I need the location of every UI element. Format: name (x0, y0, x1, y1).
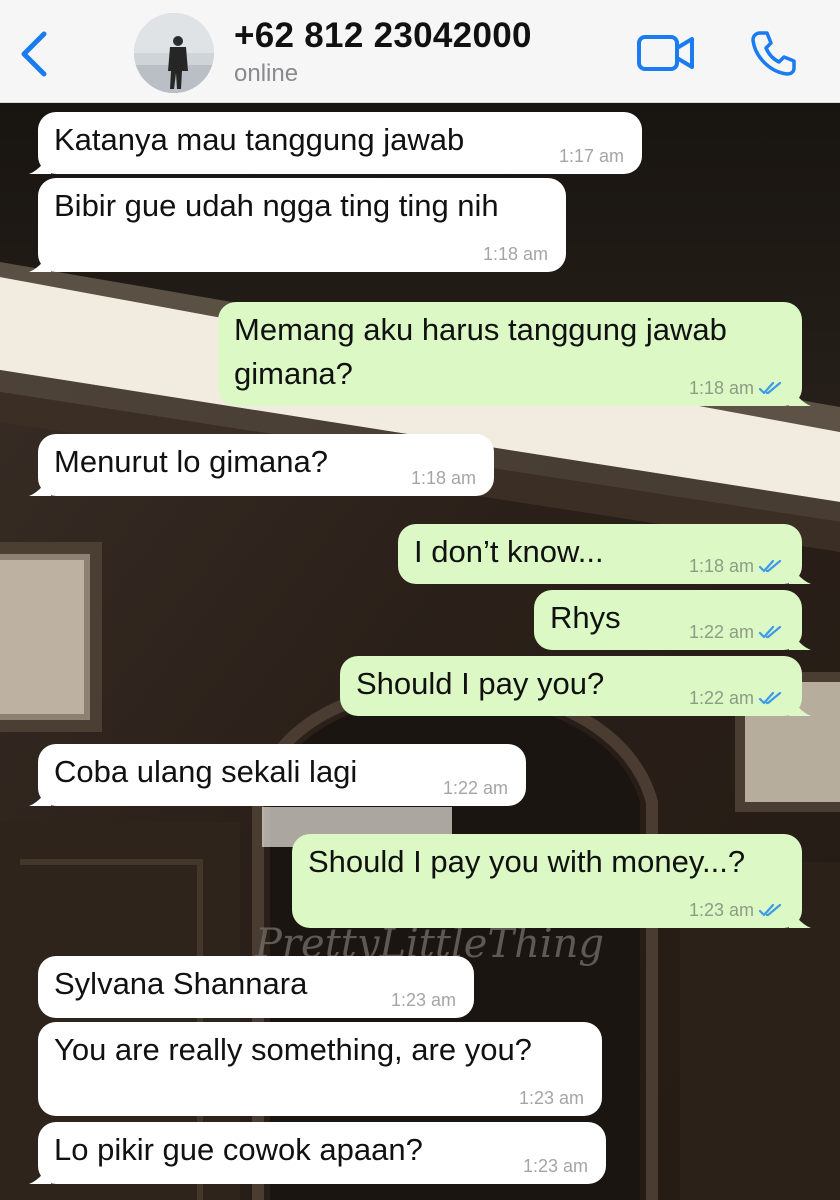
chevron-left-icon (21, 31, 47, 77)
bubble-tail (29, 784, 51, 806)
read-receipt-icon (758, 691, 782, 705)
bubble-tail (789, 906, 811, 928)
message-time: 1:18 am (410, 468, 476, 488)
message-text: You are really something, are you? (54, 1032, 532, 1067)
message-time: 1:22 am (688, 622, 754, 642)
message-time: 1:18 am (688, 378, 754, 398)
voice-call-button[interactable] (748, 28, 798, 78)
message-bubble-outgoing[interactable]: Should I pay you? 1:22 am (340, 656, 811, 716)
message-time: 1:22 am (688, 688, 754, 708)
message-bubble-incoming[interactable]: You are really something, are you? 1:23 … (38, 1022, 602, 1116)
chat-header: +62 812 23042000 online (0, 0, 840, 103)
message-time: 1:23 am (518, 1088, 584, 1108)
bubble-tail (789, 562, 811, 584)
message-bubble-incoming[interactable]: Katanya mau tanggung jawab 1:17 am (29, 112, 642, 174)
contact-name[interactable]: +62 812 23042000 (234, 16, 532, 56)
bubble-tail (29, 152, 51, 174)
message-time: 1:22 am (442, 778, 508, 798)
contact-status: online (234, 60, 299, 87)
video-camera-icon (637, 35, 694, 71)
message-text: Lo pikir gue cowok apaan? (54, 1132, 423, 1167)
message-bubble-outgoing[interactable]: Should I pay you with money...? 1:23 am (292, 834, 811, 928)
bubble-tail (789, 384, 811, 406)
read-receipt-icon (758, 381, 782, 395)
message-bubble-incoming[interactable]: Menurut lo gimana? 1:18 am (29, 434, 494, 496)
message-text: Katanya mau tanggung jawab (54, 122, 465, 157)
bubble-tail (29, 250, 51, 272)
phone-icon (751, 31, 796, 76)
read-receipt-icon (758, 559, 782, 573)
message-bubble-incoming[interactable]: Bibir gue udah ngga ting ting nih 1:18 a… (29, 178, 566, 272)
message-time: 1:23 am (522, 1156, 588, 1176)
message-text: Bibir gue udah ngga ting ting nih (54, 188, 499, 223)
avatar-photo (134, 13, 214, 93)
message-time: 1:23 am (688, 900, 754, 920)
message-bubble-outgoing[interactable]: I don’t know... 1:18 am (398, 524, 811, 584)
message-text: Should I pay you with money...? (308, 844, 746, 879)
read-receipt-icon (758, 625, 782, 639)
message-bubble-outgoing[interactable]: Memang aku harus tanggung jawab gimana? … (218, 302, 811, 406)
message-time: 1:18 am (688, 556, 754, 576)
message-time: 1:23 am (390, 990, 456, 1010)
bubble-tail (29, 474, 51, 496)
bubble-tail (29, 1162, 51, 1184)
message-bubble-incoming[interactable]: Coba ulang sekali lagi 1:22 am (29, 744, 526, 806)
avatar[interactable] (134, 13, 214, 93)
message-bubble-incoming[interactable]: Sylvana Shannara 1:23 am (38, 956, 474, 1018)
message-time: 1:17 am (558, 146, 624, 166)
chat-wallpaper: PrettyLittleThing Katanya mau tanggung j… (0, 102, 840, 1200)
message-text: Coba ulang sekali lagi (54, 754, 358, 789)
read-receipt-icon (758, 903, 782, 917)
video-call-button[interactable] (636, 32, 696, 74)
bubble-tail (789, 628, 811, 650)
bubble-tail (789, 694, 811, 716)
back-button[interactable] (16, 28, 56, 80)
message-time: 1:18 am (482, 244, 548, 264)
message-bubble-incoming[interactable]: Lo pikir gue cowok apaan? 1:23 am (29, 1122, 606, 1184)
message-bubble-outgoing[interactable]: Rhys 1:22 am (534, 590, 811, 650)
